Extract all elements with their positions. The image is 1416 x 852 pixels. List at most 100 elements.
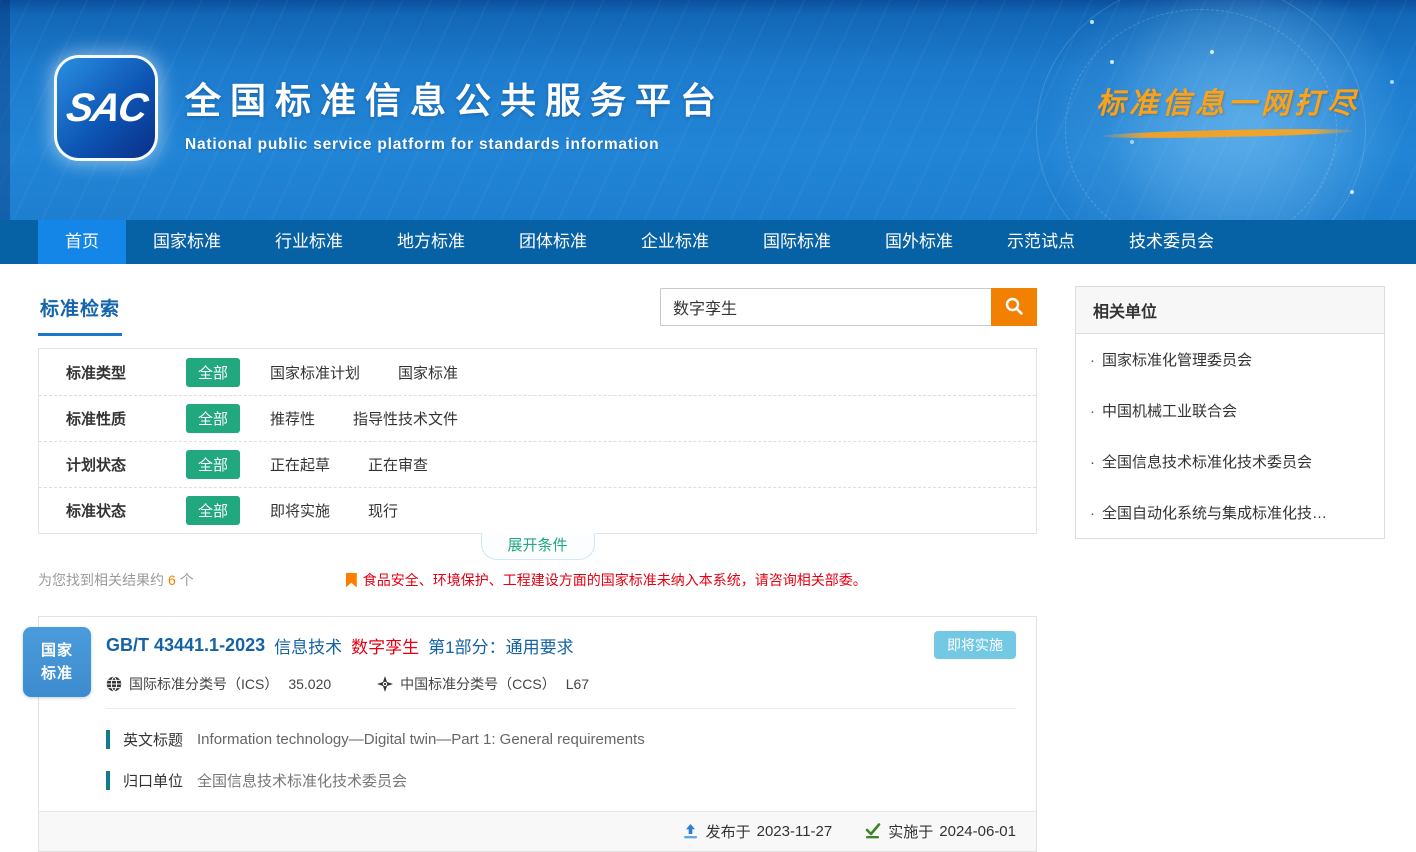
sidebar: 相关单位 国家标准化管理委员会 中国机械工业联合会 全国信息技术标准化技术委员会… [1075,286,1385,852]
nav-tab-home[interactable]: 首页 [38,220,126,264]
expand-conditions-button[interactable]: 展开条件 [481,533,595,560]
teal-marker-bar [106,771,110,790]
english-title-value: Information technology—Digital twin—Part… [197,731,645,748]
compass-icon [377,676,393,692]
nav-tab-national-standards[interactable]: 国家标准 [126,220,248,264]
filter-label: 标准性质 [66,408,158,429]
notice-text: 食品安全、环境保护、工程建设方面的国家标准未纳入本系统，请咨询相关部委。 [363,570,867,590]
ccs-value: L67 [566,676,589,692]
filter-option[interactable]: 即将实施 [270,500,330,521]
filter-option[interactable]: 正在审查 [368,454,428,475]
filter-label: 标准状态 [66,500,158,521]
filter-label: 标准类型 [66,362,158,383]
filter-option[interactable]: 指导性技术文件 [353,408,458,429]
card-title-row: GB/T 43441.1-2023 信息技术 数字孪生 第1部分：通用要求 即将… [106,631,1016,659]
filter-option[interactable]: 国家标准计划 [270,362,360,383]
site-titles: 全国标准信息公共服务平台 National public service pla… [185,72,725,154]
expand-conditions-wrap: 展开条件 [38,534,1037,564]
implement-label: 实施于 [888,821,933,842]
result-count: 6 [168,572,176,588]
related-unit-link[interactable]: 全国自动化系统与集成标准化技… [1076,487,1384,538]
result-summary-suffix: 个 [180,572,194,588]
committee-row: 归口单位 全国信息技术标准化技术委员会 [106,770,1016,791]
related-unit-link[interactable]: 全国信息技术标准化技术委员会 [1076,436,1384,487]
result-summary: 为您找到相关结果约6个 [38,570,194,590]
ics-label: 国际标准分类号（ICS） [129,674,278,694]
nav-tab-technical-committee[interactable]: 技术委员会 [1102,220,1241,264]
globe-icon [106,676,122,692]
search-button[interactable] [991,288,1037,326]
standard-title-part[interactable]: 第1部分：通用要求 [428,633,573,658]
badge-line2: 标准 [41,662,73,685]
sac-logo[interactable]: SAC [57,58,155,158]
filter-label: 计划状态 [66,454,158,475]
status-badge: 即将实施 [934,631,1016,659]
publish-date-item: 发布于 2023-11-27 [682,821,833,842]
english-title-label: 英文标题 [123,729,183,750]
publish-date: 2023-11-27 [757,823,833,840]
related-units-title: 相关单位 [1076,287,1384,334]
sac-logo-text: SAC [63,86,149,131]
nav-tab-group-standards[interactable]: 团体标准 [492,220,614,264]
filter-all-button[interactable]: 全部 [186,450,240,479]
implement-date: 2024-06-01 [939,823,1016,840]
english-title-row: 英文标题 Information technology—Digital twin… [106,729,1016,750]
ccs-label: 中国标准分类号（CCS） [400,674,556,694]
result-summary-line: 为您找到相关结果约6个 食品安全、环境保护、工程建设方面的国家标准未纳入本系统，… [38,570,1037,590]
filter-option[interactable]: 国家标准 [398,362,458,383]
nav-tab-international-standards[interactable]: 国际标准 [736,220,858,264]
ccs-meta: 中国标准分类号（CCS） L67 [377,674,589,694]
site-title-cn: 全国标准信息公共服务平台 [185,72,725,124]
filter-option[interactable]: 现行 [368,500,398,521]
ics-value: 35.020 [288,676,331,692]
result-summary-prefix: 为您找到相关结果约 [38,572,164,588]
implement-check-icon [864,823,881,840]
standard-title-part[interactable]: 信息技术 [274,633,342,658]
filter-row-standard-nature: 标准性质 全部 推荐性 指导性技术文件 [39,395,1036,441]
search-group [660,288,1037,326]
teal-marker-bar [106,730,110,749]
nav-tab-pilot[interactable]: 示范试点 [980,220,1102,264]
implement-date-item: 实施于 2024-06-01 [864,821,1016,842]
filter-all-button[interactable]: 全部 [186,496,240,525]
related-unit-link[interactable]: 国家标准化管理委员会 [1076,334,1384,385]
search-input[interactable] [660,288,991,326]
search-icon [1004,296,1024,319]
header-slogan-text: 标准信息一网打尽 [1088,80,1368,122]
filter-panel: 标准类型 全部 国家标准计划 国家标准 标准性质 全部 推荐性 指导性技术文件 … [38,348,1037,534]
committee-value: 全国信息技术标准化技术委员会 [197,770,407,791]
standard-result-card: 国家 标准 GB/T 43441.1-2023 信息技术 数字孪生 第1部分：通… [38,616,1037,852]
bookmark-icon [346,573,357,588]
filter-row-standard-type: 标准类型 全部 国家标准计划 国家标准 [39,349,1036,395]
filter-row-plan-status: 计划状态 全部 正在起草 正在审查 [39,441,1036,487]
site-title-en: National public service platform for sta… [185,136,725,154]
nav-tab-local-standards[interactable]: 地方标准 [370,220,492,264]
globe-dots-decoration [1090,20,1094,24]
site-header: SAC 全国标准信息公共服务平台 National public service… [0,0,1416,220]
system-notice: 食品安全、环境保护、工程建设方面的国家标准未纳入本系统，请咨询相关部委。 [346,570,867,590]
publish-label: 发布于 [706,821,751,842]
card-footer: 发布于 2023-11-27 实施于 2024-06-01 [39,811,1036,851]
ics-meta: 国际标准分类号（ICS） 35.020 [106,674,331,694]
related-units-panel: 相关单位 国家标准化管理委员会 中国机械工业联合会 全国信息技术标准化技术委员会… [1075,286,1385,539]
standard-title-highlight[interactable]: 数字孪生 [351,633,419,658]
card-meta-row: 国际标准分类号（ICS） 35.020 中国标准分类号（CCS） L67 [106,674,1016,694]
filter-all-button[interactable]: 全部 [186,404,240,433]
nav-tab-foreign-standards[interactable]: 国外标准 [858,220,980,264]
standard-code-link[interactable]: GB/T 43441.1-2023 [106,635,265,656]
header-slogan: 标准信息一网打尽 [1088,80,1368,137]
page-content: 标准检索 标准类型 全部 国家标准计划 国家标准 标准性质 全部 [0,264,1416,852]
main-nav: 首页 国家标准 行业标准 地方标准 团体标准 企业标准 国际标准 国外标准 示范… [0,220,1416,264]
related-unit-link[interactable]: 中国机械工业联合会 [1076,385,1384,436]
search-section: 标准检索 [38,286,1037,348]
filter-option[interactable]: 正在起草 [270,454,330,475]
filter-all-button[interactable]: 全部 [186,358,240,387]
filter-row-standard-status: 标准状态 全部 即将实施 现行 [39,487,1036,533]
main-column: 标准检索 标准类型 全部 国家标准计划 国家标准 标准性质 全部 [38,286,1037,852]
nav-tab-industry-standards[interactable]: 行业标准 [248,220,370,264]
committee-label: 归口单位 [123,770,183,791]
national-standard-badge: 国家 标准 [23,627,91,697]
badge-line1: 国家 [41,639,73,662]
nav-tab-enterprise-standards[interactable]: 企业标准 [614,220,736,264]
filter-option[interactable]: 推荐性 [270,408,315,429]
